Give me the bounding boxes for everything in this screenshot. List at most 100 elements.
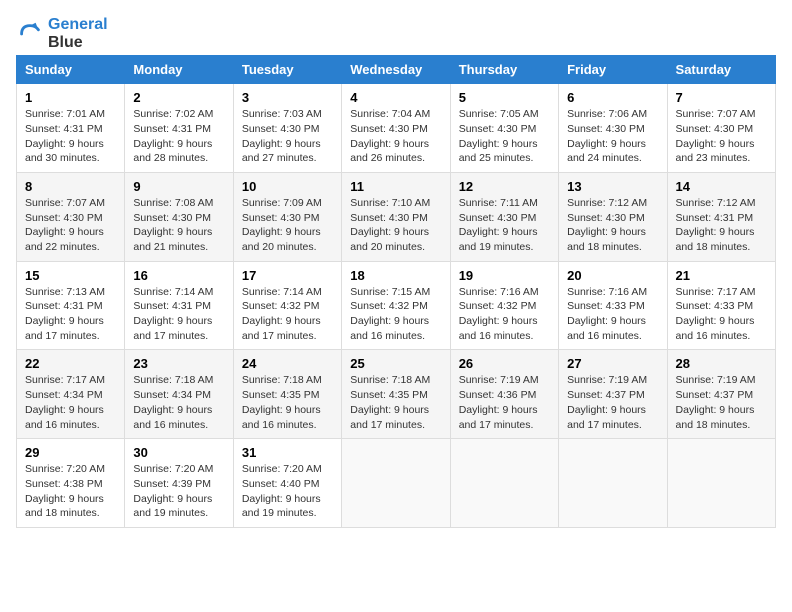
day-info: Sunrise: 7:02 AM Sunset: 4:31 PM Dayligh…	[133, 107, 224, 166]
calendar-week-row: 15 Sunrise: 7:13 AM Sunset: 4:31 PM Dayli…	[17, 261, 776, 350]
day-info: Sunrise: 7:09 AM Sunset: 4:30 PM Dayligh…	[242, 196, 333, 255]
day-number: 6	[567, 90, 658, 105]
calendar-cell: 11Sunrise: 7:10 AM Sunset: 4:30 PM Dayli…	[342, 172, 450, 261]
calendar-cell: 26Sunrise: 7:19 AM Sunset: 4:36 PM Dayli…	[450, 350, 558, 439]
calendar-week-row: 1Sunrise: 7:01 AM Sunset: 4:31 PM Daylig…	[17, 84, 776, 173]
day-info: Sunrise: 7:15 AM Sunset: 4:32 PM Dayligh…	[350, 285, 441, 344]
calendar-cell: 20 Sunrise: 7:16 AM Sunset: 4:33 PM Dayli…	[559, 261, 667, 350]
day-info: Sunrise: 7:07 AM Sunset: 4:30 PM Dayligh…	[676, 107, 767, 166]
day-number: 10	[242, 179, 333, 194]
calendar-cell: 4 Sunrise: 7:04 AM Sunset: 4:30 PM Daylig…	[342, 84, 450, 173]
calendar-week-row: 22Sunrise: 7:17 AM Sunset: 4:34 PM Dayli…	[17, 350, 776, 439]
day-number: 19	[459, 268, 550, 283]
day-info: Sunrise: 7:05 AM Sunset: 4:30 PM Dayligh…	[459, 107, 550, 166]
calendar-cell: 15 Sunrise: 7:13 AM Sunset: 4:31 PM Dayli…	[17, 261, 125, 350]
calendar-week-row: 8 Sunrise: 7:07 AM Sunset: 4:30 PM Daylig…	[17, 172, 776, 261]
calendar-cell: 21 Sunrise: 7:17 AM Sunset: 4:33 PM Dayli…	[667, 261, 775, 350]
day-info: Sunrise: 7:01 AM Sunset: 4:31 PM Dayligh…	[25, 107, 116, 166]
weekday-header-cell: Wednesday	[342, 56, 450, 84]
calendar-cell: 6 Sunrise: 7:06 AM Sunset: 4:30 PM Daylig…	[559, 84, 667, 173]
calendar-cell	[559, 439, 667, 528]
day-number: 29	[25, 445, 116, 460]
weekday-header-cell: Sunday	[17, 56, 125, 84]
day-number: 28	[676, 356, 767, 371]
day-info: Sunrise: 7:20 AM Sunset: 4:39 PM Dayligh…	[133, 462, 224, 521]
calendar-cell: 3 Sunrise: 7:03 AM Sunset: 4:30 PM Daylig…	[233, 84, 341, 173]
day-info: Sunrise: 7:18 AM Sunset: 4:35 PM Dayligh…	[350, 373, 441, 432]
weekday-header-cell: Tuesday	[233, 56, 341, 84]
day-number: 16	[133, 268, 224, 283]
calendar-cell: 2 Sunrise: 7:02 AM Sunset: 4:31 PM Daylig…	[125, 84, 233, 173]
day-info: Sunrise: 7:14 AM Sunset: 4:31 PM Dayligh…	[133, 285, 224, 344]
calendar-cell: 22Sunrise: 7:17 AM Sunset: 4:34 PM Dayli…	[17, 350, 125, 439]
calendar-cell: 30 Sunrise: 7:20 AM Sunset: 4:39 PM Dayli…	[125, 439, 233, 528]
calendar-cell: 14Sunrise: 7:12 AM Sunset: 4:31 PM Dayli…	[667, 172, 775, 261]
day-number: 8	[25, 179, 116, 194]
calendar-cell: 23 Sunrise: 7:18 AM Sunset: 4:34 PM Dayli…	[125, 350, 233, 439]
day-info: Sunrise: 7:17 AM Sunset: 4:33 PM Dayligh…	[676, 285, 767, 344]
calendar-cell: 10 Sunrise: 7:09 AM Sunset: 4:30 PM Dayli…	[233, 172, 341, 261]
day-number: 21	[676, 268, 767, 283]
day-number: 17	[242, 268, 333, 283]
day-number: 18	[350, 268, 441, 283]
day-number: 27	[567, 356, 658, 371]
calendar-cell: 7 Sunrise: 7:07 AM Sunset: 4:30 PM Daylig…	[667, 84, 775, 173]
calendar-cell	[342, 439, 450, 528]
logo: General Blue	[16, 16, 108, 51]
weekday-header-cell: Friday	[559, 56, 667, 84]
day-info: Sunrise: 7:12 AM Sunset: 4:30 PM Dayligh…	[567, 196, 658, 255]
logo-text: General Blue	[48, 16, 108, 51]
calendar-cell: 29 Sunrise: 7:20 AM Sunset: 4:38 PM Dayli…	[17, 439, 125, 528]
day-info: Sunrise: 7:19 AM Sunset: 4:37 PM Dayligh…	[567, 373, 658, 432]
day-number: 3	[242, 90, 333, 105]
page-header: General Blue	[16, 16, 776, 51]
day-info: Sunrise: 7:06 AM Sunset: 4:30 PM Dayligh…	[567, 107, 658, 166]
day-number: 4	[350, 90, 441, 105]
day-number: 31	[242, 445, 333, 460]
calendar-cell: 25 Sunrise: 7:18 AM Sunset: 4:35 PM Dayli…	[342, 350, 450, 439]
day-info: Sunrise: 7:08 AM Sunset: 4:30 PM Dayligh…	[133, 196, 224, 255]
calendar-cell: 24Sunrise: 7:18 AM Sunset: 4:35 PM Dayli…	[233, 350, 341, 439]
day-number: 25	[350, 356, 441, 371]
day-info: Sunrise: 7:04 AM Sunset: 4:30 PM Dayligh…	[350, 107, 441, 166]
day-info: Sunrise: 7:16 AM Sunset: 4:33 PM Dayligh…	[567, 285, 658, 344]
day-number: 12	[459, 179, 550, 194]
day-number: 7	[676, 90, 767, 105]
calendar-cell: 1Sunrise: 7:01 AM Sunset: 4:31 PM Daylig…	[17, 84, 125, 173]
day-info: Sunrise: 7:07 AM Sunset: 4:30 PM Dayligh…	[25, 196, 116, 255]
weekday-header-cell: Thursday	[450, 56, 558, 84]
calendar-body: 1Sunrise: 7:01 AM Sunset: 4:31 PM Daylig…	[17, 84, 776, 528]
day-info: Sunrise: 7:18 AM Sunset: 4:34 PM Dayligh…	[133, 373, 224, 432]
day-number: 2	[133, 90, 224, 105]
calendar-table: SundayMondayTuesdayWednesdayThursdayFrid…	[16, 55, 776, 528]
calendar-cell: 17Sunrise: 7:14 AM Sunset: 4:32 PM Dayli…	[233, 261, 341, 350]
calendar-cell: 9 Sunrise: 7:08 AM Sunset: 4:30 PM Daylig…	[125, 172, 233, 261]
weekday-header-row: SundayMondayTuesdayWednesdayThursdayFrid…	[17, 56, 776, 84]
day-info: Sunrise: 7:20 AM Sunset: 4:40 PM Dayligh…	[242, 462, 333, 521]
calendar-cell: 18 Sunrise: 7:15 AM Sunset: 4:32 PM Dayli…	[342, 261, 450, 350]
calendar-cell: 28 Sunrise: 7:19 AM Sunset: 4:37 PM Dayli…	[667, 350, 775, 439]
calendar-week-row: 29 Sunrise: 7:20 AM Sunset: 4:38 PM Dayli…	[17, 439, 776, 528]
weekday-header-cell: Saturday	[667, 56, 775, 84]
day-number: 11	[350, 179, 441, 194]
calendar-cell: 27 Sunrise: 7:19 AM Sunset: 4:37 PM Dayli…	[559, 350, 667, 439]
logo-icon	[16, 20, 44, 48]
day-info: Sunrise: 7:19 AM Sunset: 4:37 PM Dayligh…	[676, 373, 767, 432]
calendar-cell: 8 Sunrise: 7:07 AM Sunset: 4:30 PM Daylig…	[17, 172, 125, 261]
day-number: 22	[25, 356, 116, 371]
day-info: Sunrise: 7:12 AM Sunset: 4:31 PM Dayligh…	[676, 196, 767, 255]
day-number: 15	[25, 268, 116, 283]
day-number: 30	[133, 445, 224, 460]
day-number: 9	[133, 179, 224, 194]
calendar-cell: 31 Sunrise: 7:20 AM Sunset: 4:40 PM Dayli…	[233, 439, 341, 528]
calendar-cell: 16 Sunrise: 7:14 AM Sunset: 4:31 PM Dayli…	[125, 261, 233, 350]
day-number: 23	[133, 356, 224, 371]
day-info: Sunrise: 7:13 AM Sunset: 4:31 PM Dayligh…	[25, 285, 116, 344]
day-info: Sunrise: 7:20 AM Sunset: 4:38 PM Dayligh…	[25, 462, 116, 521]
day-info: Sunrise: 7:19 AM Sunset: 4:36 PM Dayligh…	[459, 373, 550, 432]
day-number: 20	[567, 268, 658, 283]
weekday-header-cell: Monday	[125, 56, 233, 84]
calendar-cell	[450, 439, 558, 528]
day-number: 24	[242, 356, 333, 371]
day-info: Sunrise: 7:03 AM Sunset: 4:30 PM Dayligh…	[242, 107, 333, 166]
